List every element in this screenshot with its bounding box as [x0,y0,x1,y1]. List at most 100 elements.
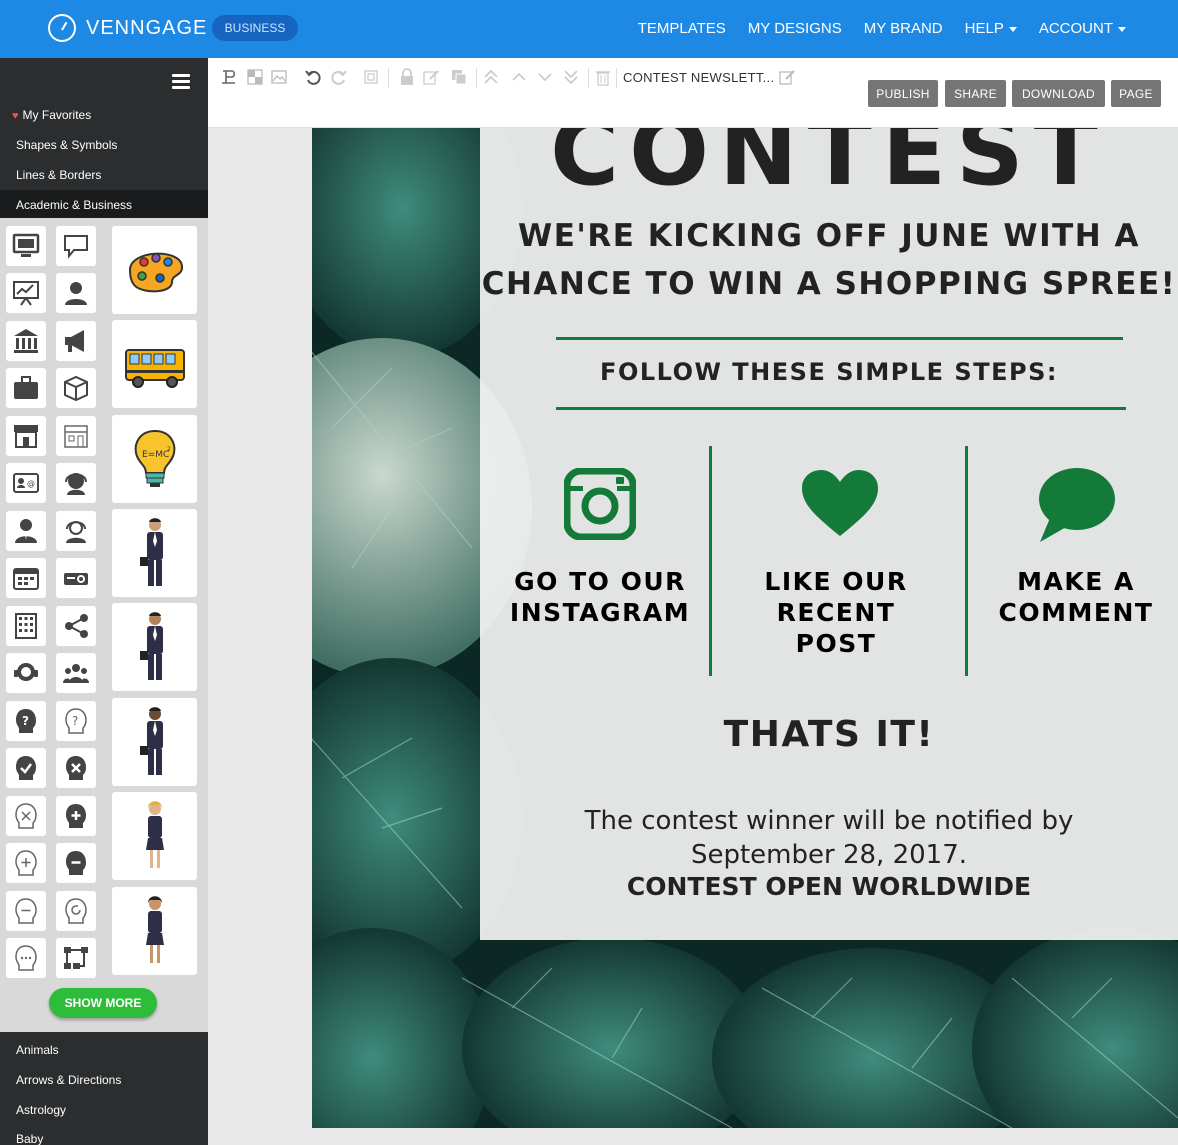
group-users-icon[interactable] [56,653,96,693]
contest-title[interactable]: CONTEST [480,128,1178,207]
page-button[interactable]: PAGE [1111,80,1161,107]
step-like-label[interactable]: LIKE OUR RECENT POST [736,566,936,659]
megaphone-icon[interactable] [56,321,96,361]
share-network-icon[interactable] [56,606,96,646]
businesswoman-illustration-2-icon[interactable] [112,887,197,975]
minus-head-outline-icon[interactable] [6,891,46,931]
paint-palette-icon[interactable] [112,226,197,314]
divider-bottom[interactable] [556,407,1126,410]
text-size-icon[interactable] [220,68,238,86]
presentation-chart-icon[interactable] [6,273,46,313]
nav-account-label: ACCOUNT [1038,20,1113,37]
design-canvas[interactable]: CONTEST WE'RE KICKING OFF JUNE WITH A CH… [312,128,1178,1128]
bring-to-front-icon[interactable] [482,68,500,86]
businesswoman-illustration-icon[interactable] [112,792,197,880]
sidebar-item-animals[interactable]: Animals [0,1035,208,1065]
projector-icon[interactable] [56,558,96,598]
publish-button[interactable]: PUBLISH [868,80,938,107]
nav-my-brand[interactable]: MY BRAND [864,20,943,37]
operator-icon[interactable] [56,511,96,551]
step-instagram-line-1: GO TO OUR [514,567,686,596]
bank-icon[interactable] [6,321,46,361]
businessman-illustration-2-icon[interactable] [112,603,197,691]
content-card[interactable]: CONTEST WE'RE KICKING OFF JUNE WITH A CH… [480,128,1178,940]
minus-head-icon[interactable] [56,843,96,883]
edit-icon[interactable] [422,68,440,86]
venngage-logo[interactable]: VENNGAGE [48,14,207,42]
document-title[interactable]: CONTEST NEWSLETT... [623,70,774,85]
plan-badge[interactable]: BUSINESS [212,15,298,41]
refresh-head-icon[interactable] [56,891,96,931]
businessman-illustration-icon[interactable] [112,509,197,597]
follow-steps-heading[interactable]: FOLLOW THESE SIMPLE STEPS: [480,358,1178,386]
sidebar-item-lines-borders[interactable]: Lines & Borders [0,160,208,190]
download-button[interactable]: DOWNLOAD [1012,80,1105,107]
thats-it-heading[interactable]: THATS IT! [480,714,1178,755]
school-bus-icon[interactable] [112,320,197,408]
step-comment-label[interactable]: MAKE A COMMENT [976,566,1176,628]
question-head-icon[interactable]: ? [6,701,46,741]
flowchart-icon[interactable] [56,938,96,978]
sidebar-item-academic-business[interactable]: Academic & Business [0,190,208,220]
step-like-line-2: RECENT [776,598,896,627]
storefront-icon[interactable] [6,416,46,456]
speech-bubble-icon[interactable] [56,226,96,266]
rename-edit-icon[interactable] [778,68,796,86]
send-backward-icon[interactable] [536,68,554,86]
speech-bubble-comment-icon[interactable] [1036,466,1116,544]
plus-head-outline-icon[interactable] [6,843,46,883]
shop-outline-icon[interactable] [56,416,96,456]
contact-card-icon[interactable]: @ [6,463,46,503]
show-more-button[interactable]: SHOW MORE [49,988,157,1018]
thinking-head-icon[interactable] [6,938,46,978]
nav-my-designs[interactable]: MY DESIGNS [748,20,842,37]
redo-icon[interactable] [330,68,348,86]
sidebar-item-baby[interactable]: Baby [0,1124,208,1145]
customer-support-icon[interactable] [56,463,96,503]
divider-top[interactable] [556,337,1123,340]
headline-text[interactable]: WE'RE KICKING OFF JUNE WITH A CHANCE TO … [480,212,1178,308]
businessman-illustration-3-icon[interactable] [112,698,197,786]
nav-templates[interactable]: TEMPLATES [638,20,726,37]
send-to-back-icon[interactable] [562,68,580,86]
building-icon[interactable] [6,606,46,646]
hamburger-menu-icon[interactable] [172,74,190,89]
idea-bulb-icon[interactable]: E=MC 2 [112,415,197,503]
question-head-outline-icon[interactable]: ? [56,701,96,741]
calendar-icon[interactable] [6,558,46,598]
svg-text:@: @ [27,479,35,488]
heart-like-icon[interactable] [800,468,880,538]
step-divider-1[interactable] [709,446,712,676]
sidebar-item-shapes-symbols[interactable]: Shapes & Symbols [0,130,208,160]
businessman-icon[interactable] [6,511,46,551]
user-icon[interactable] [56,273,96,313]
step-instagram-label[interactable]: GO TO OUR INSTAGRAM [500,566,700,628]
step-divider-2[interactable] [965,446,968,676]
check-head-icon[interactable] [6,748,46,788]
sidebar-item-arrows-directions[interactable]: Arrows & Directions [0,1065,208,1095]
bring-forward-icon[interactable] [510,68,528,86]
package-box-icon[interactable] [56,368,96,408]
briefcase-icon[interactable] [6,368,46,408]
headline-line-1: WE'RE KICKING OFF JUNE WITH A [518,218,1140,254]
cross-head-outline-icon[interactable] [6,796,46,836]
trash-icon[interactable] [594,68,612,86]
nav-account[interactable]: ACCOUNT [1039,20,1126,37]
nav-help[interactable]: HELP [965,20,1017,37]
lock-icon[interactable] [398,68,416,86]
cross-head-icon[interactable] [56,748,96,788]
image-icon[interactable] [270,68,288,86]
plus-head-icon[interactable] [56,796,96,836]
monitor-icon[interactable] [6,226,46,266]
headset-agent-icon[interactable] [6,653,46,693]
contest-open-worldwide[interactable]: CONTEST OPEN WORLDWIDE [480,872,1178,901]
undo-icon[interactable] [304,68,322,86]
sidebar-item-my-favorites[interactable]: ♥ My Favorites [0,100,208,130]
crop-icon[interactable] [362,68,380,86]
duplicate-icon[interactable] [450,68,468,86]
winner-notice-text[interactable]: The contest winner will be notified by S… [480,804,1178,872]
instagram-icon[interactable] [563,467,637,541]
transparency-icon[interactable] [246,68,264,86]
share-button[interactable]: SHARE [945,80,1006,107]
sidebar-item-astrology[interactable]: Astrology [0,1095,208,1125]
